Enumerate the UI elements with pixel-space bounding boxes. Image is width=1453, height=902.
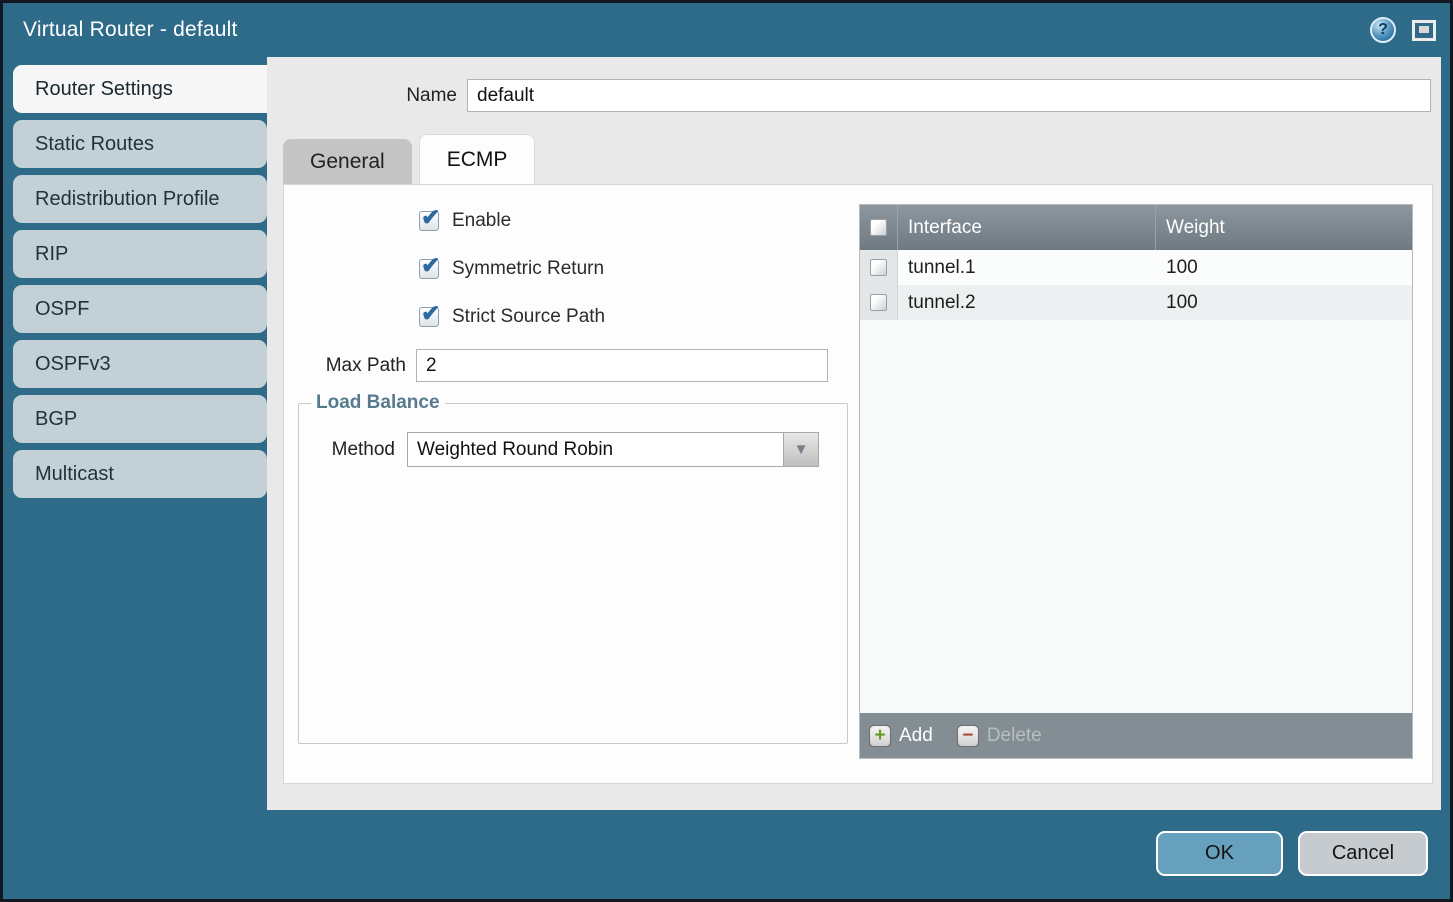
sidebar-item-label: Multicast: [35, 463, 114, 486]
sidebar-item-ospf[interactable]: OSPF: [13, 285, 267, 333]
sidebar-item-label: OSPF: [35, 298, 89, 321]
max-path-input[interactable]: [416, 349, 828, 382]
delete-button[interactable]: − Delete: [957, 725, 1042, 747]
delete-button-label: Delete: [987, 725, 1042, 747]
symmetric-return-row: Symmetric Return: [419, 245, 850, 293]
virtual-router-dialog: Virtual Router - default ? Router Settin…: [0, 0, 1453, 902]
tab-strip: General ECMP: [267, 134, 1441, 184]
method-dropdown-value: Weighted Round Robin: [408, 433, 783, 466]
sidebar-item-router-settings[interactable]: Router Settings: [13, 65, 275, 113]
ok-button[interactable]: OK: [1156, 831, 1283, 876]
tab-label: ECMP: [447, 148, 508, 172]
table-header: Interface Weight: [860, 205, 1412, 250]
row-checkbox-cell: [860, 285, 898, 320]
weight-cell: 100: [1156, 285, 1412, 320]
sidebar-item-label: Redistribution Profile: [35, 188, 220, 211]
column-header-weight[interactable]: Weight: [1156, 205, 1412, 250]
row-checkbox[interactable]: [870, 259, 887, 276]
minus-icon: −: [957, 725, 979, 747]
select-all-cell: [860, 205, 898, 250]
window-restore-icon-inner: [1419, 26, 1429, 33]
sidebar-item-label: OSPFv3: [35, 353, 111, 376]
title-bar: Virtual Router - default ?: [3, 3, 1450, 57]
add-button[interactable]: + Add: [869, 725, 933, 747]
name-row: Name: [267, 57, 1441, 112]
chevron-down-icon[interactable]: ▼: [783, 433, 818, 466]
name-input[interactable]: [467, 79, 1431, 112]
table-row[interactable]: tunnel.1 100: [860, 250, 1412, 285]
interface-table: Interface Weight tunnel.1 100 tunnel.2 1…: [859, 204, 1413, 759]
table-row[interactable]: tunnel.2 100: [860, 285, 1412, 320]
enable-row: Enable: [419, 197, 850, 245]
table-toolbar: + Add − Delete: [860, 713, 1412, 758]
row-checkbox[interactable]: [870, 294, 887, 311]
tab-ecmp[interactable]: ECMP: [419, 134, 536, 184]
sidebar-item-redistribution-profile[interactable]: Redistribution Profile: [13, 175, 267, 223]
row-checkbox-cell: [860, 250, 898, 285]
enable-checkbox[interactable]: [419, 211, 439, 231]
max-path-label: Max Path: [294, 355, 416, 377]
sidebar: Router Settings Static Routes Redistribu…: [13, 65, 275, 505]
interface-cell: tunnel.2: [898, 285, 1156, 320]
sidebar-item-rip[interactable]: RIP: [13, 230, 267, 278]
strict-source-path-label: Strict Source Path: [452, 306, 605, 328]
select-all-checkbox[interactable]: [870, 219, 887, 236]
ecmp-form: Enable Symmetric Return Strict Source Pa…: [284, 185, 850, 744]
sidebar-item-label: Router Settings: [35, 78, 173, 101]
symmetric-return-checkbox[interactable]: [419, 259, 439, 279]
max-path-row: Max Path: [294, 349, 850, 382]
ecmp-panel: Enable Symmetric Return Strict Source Pa…: [283, 184, 1433, 784]
add-button-label: Add: [899, 725, 933, 747]
sidebar-item-bgp[interactable]: BGP: [13, 395, 267, 443]
weight-cell: 100: [1156, 250, 1412, 285]
sidebar-item-label: Static Routes: [35, 133, 154, 156]
interface-cell: tunnel.1: [898, 250, 1156, 285]
sidebar-item-label: RIP: [35, 243, 68, 266]
cancel-button[interactable]: Cancel: [1298, 831, 1428, 876]
dialog-title: Virtual Router - default: [23, 18, 1370, 42]
method-row: Method Weighted Round Robin ▼: [307, 432, 839, 467]
table-empty-area: [860, 320, 1412, 713]
help-icon[interactable]: ?: [1370, 17, 1396, 43]
load-balance-legend: Load Balance: [311, 392, 445, 414]
strict-source-path-checkbox[interactable]: [419, 307, 439, 327]
sidebar-item-static-routes[interactable]: Static Routes: [13, 120, 267, 168]
strict-source-path-row: Strict Source Path: [419, 293, 850, 341]
dialog-footer: OK Cancel: [1156, 831, 1428, 876]
load-balance-fieldset: Load Balance Method Weighted Round Robin…: [298, 392, 848, 744]
method-label: Method: [307, 439, 407, 461]
content-panel: Name General ECMP Enable Symmetric Retur…: [267, 57, 1441, 810]
sidebar-item-label: BGP: [35, 408, 77, 431]
column-header-interface[interactable]: Interface: [898, 205, 1156, 250]
tab-label: General: [310, 150, 385, 174]
method-dropdown[interactable]: Weighted Round Robin ▼: [407, 432, 819, 467]
window-restore-icon[interactable]: [1412, 20, 1436, 41]
sidebar-item-multicast[interactable]: Multicast: [13, 450, 267, 498]
plus-icon: +: [869, 725, 891, 747]
sidebar-item-ospfv3[interactable]: OSPFv3: [13, 340, 267, 388]
tab-general[interactable]: General: [283, 139, 412, 184]
enable-label: Enable: [452, 210, 511, 232]
name-label: Name: [267, 85, 467, 107]
symmetric-return-label: Symmetric Return: [452, 258, 604, 280]
